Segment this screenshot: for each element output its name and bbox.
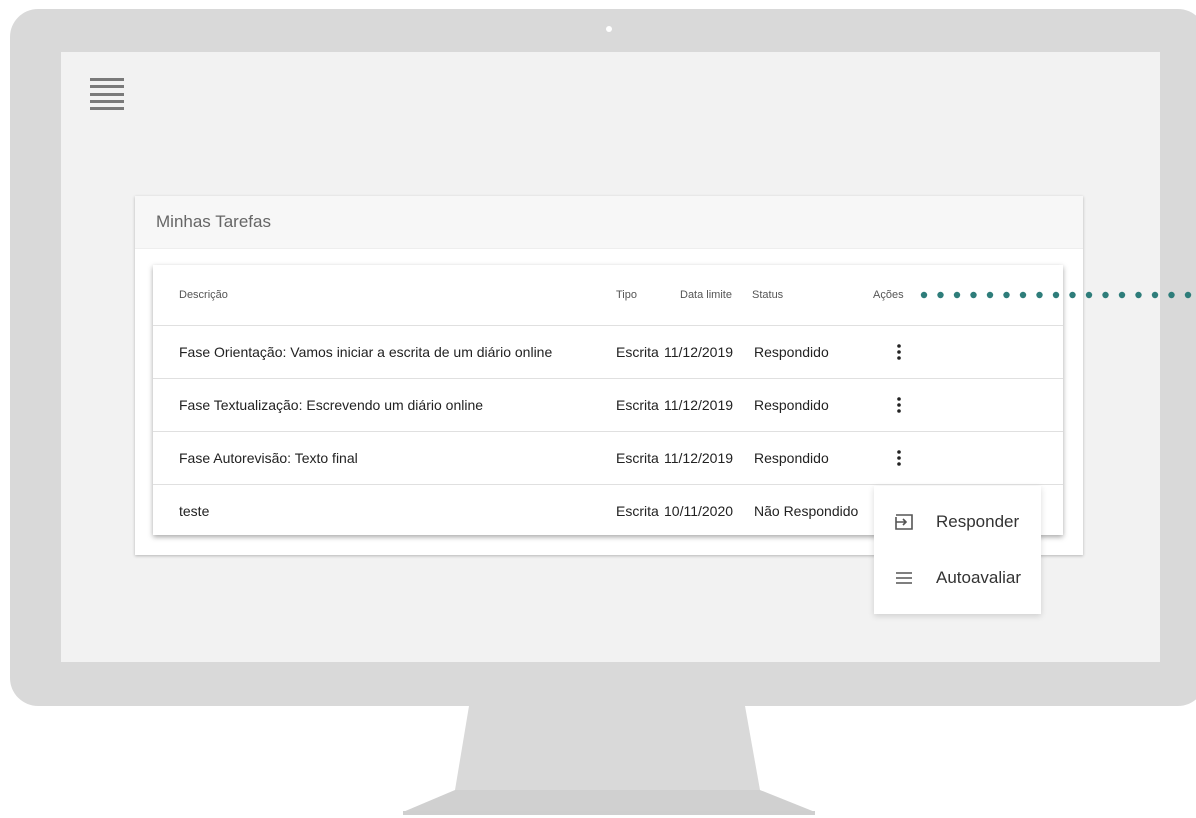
hamburger-menu-icon[interactable] bbox=[90, 78, 124, 110]
cell-data-limite: 11/12/2019 bbox=[664, 344, 734, 360]
more-vertical-icon[interactable] bbox=[889, 432, 909, 484]
cell-data-limite: 11/12/2019 bbox=[664, 397, 734, 413]
header-tipo: Tipo bbox=[616, 289, 637, 301]
login-arrow-icon bbox=[892, 510, 916, 534]
header-data-limite: Data limite bbox=[680, 289, 732, 301]
cell-tipo: Escrita bbox=[616, 503, 659, 519]
cell-data-limite: 11/12/2019 bbox=[664, 450, 734, 466]
cell-descricao: Fase Autorevisão: Texto final bbox=[179, 450, 358, 466]
menu-item-responder[interactable]: Responder bbox=[874, 494, 1041, 550]
cell-data-limite: 10/11/2020 bbox=[664, 503, 734, 519]
cell-status: Não Respondido bbox=[754, 503, 859, 519]
list-lines-icon bbox=[892, 566, 916, 590]
cell-descricao: teste bbox=[179, 503, 210, 519]
menu-item-label: Responder bbox=[936, 512, 1020, 531]
header-acoes: Ações bbox=[873, 289, 904, 301]
cell-tipo: Escrita bbox=[616, 450, 659, 466]
panel-title: Minhas Tarefas bbox=[135, 196, 1083, 249]
cell-tipo: Escrita bbox=[616, 397, 659, 413]
camera-dot bbox=[606, 26, 612, 32]
more-vertical-icon[interactable] bbox=[889, 379, 909, 431]
cell-status: Respondido bbox=[754, 344, 829, 360]
cell-descricao: Fase Orientação: Vamos iniciar a escrita… bbox=[179, 344, 553, 360]
table-row: Fase Orientação: Vamos iniciar a escrita… bbox=[153, 326, 1063, 379]
table-row: Fase Autorevisão: Texto final Escrita 11… bbox=[153, 432, 1063, 485]
more-vertical-icon[interactable] bbox=[889, 326, 909, 378]
cell-descricao: Fase Textualização: Escrevendo um diário… bbox=[179, 397, 484, 413]
actions-context-menu: Responder Autoavaliar bbox=[874, 486, 1041, 614]
menu-item-label: Autoavaliar bbox=[936, 568, 1022, 587]
menu-item-autoavaliar[interactable]: Autoavaliar bbox=[874, 550, 1041, 606]
cell-status: Respondido bbox=[754, 450, 829, 466]
header-descricao: Descrição bbox=[179, 289, 228, 301]
app-screen: Minhas Tarefas Descrição Tipo Data limit… bbox=[61, 52, 1160, 662]
cell-status: Respondido bbox=[754, 397, 829, 413]
annotation-dotted-line bbox=[920, 291, 1192, 299]
cell-tipo: Escrita bbox=[616, 344, 659, 360]
header-status: Status bbox=[752, 289, 784, 301]
table-row: Fase Textualização: Escrevendo um diário… bbox=[153, 379, 1063, 432]
